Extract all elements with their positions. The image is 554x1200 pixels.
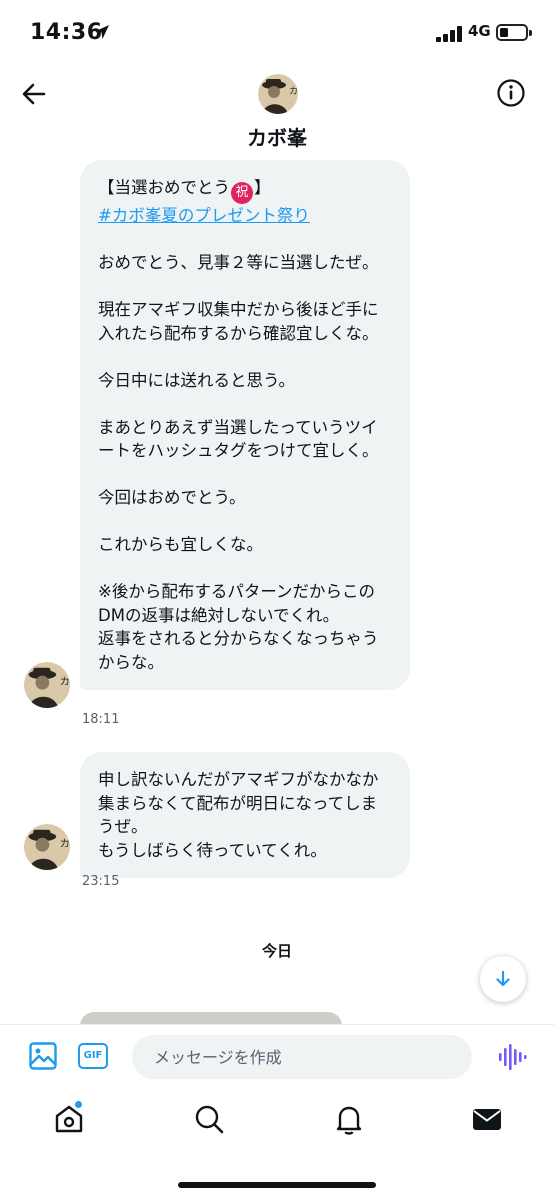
message-line: うぜ。 (98, 817, 148, 836)
arrow-left-icon[interactable] (20, 80, 48, 108)
message-line: 返事をされると分からなくなっちゃう (98, 629, 379, 648)
voice-wave-icon[interactable] (496, 1041, 528, 1073)
message-line: 現在アマギフ収集中だから後ほど手に (98, 300, 379, 319)
message-line: おめでとう、見事２等に当選したぜ。 (98, 253, 379, 272)
message-bubble[interactable]: 【当選おめでとう祝】 #カボ峯夏のプレゼント祭り おめでとう、見事２等に当選した… (80, 160, 410, 690)
image-icon[interactable] (28, 1041, 58, 1071)
bell-icon[interactable] (332, 1102, 366, 1136)
message-line (98, 510, 392, 534)
home-indicator (178, 1182, 376, 1188)
message-input[interactable] (132, 1035, 472, 1079)
message-line: これからも宜しくな。 (98, 535, 263, 554)
message-line: 今回はおめでとう。 (98, 488, 246, 507)
conversation-name[interactable]: カボ峯 (0, 122, 554, 151)
message-line (98, 557, 392, 581)
hashtag-link[interactable]: #カボ峯夏のプレゼント祭り (98, 206, 310, 225)
sender-avatar[interactable]: カ (24, 662, 70, 708)
signal-icon (436, 26, 462, 42)
message-line: もうしばらく待っていてくれ。 (98, 840, 327, 860)
message-bubble[interactable]: 申し訳ないんだがアマギフがなかなか 集まらなくて配布が明日になってしま うぜ。 … (80, 752, 410, 878)
message-line: 今日中には送れると思う。 (98, 370, 296, 390)
status-bar: 14:36 4G (0, 0, 554, 64)
message-line: まあとりあえず当選したっていうツイ (98, 417, 378, 437)
message-line (98, 392, 392, 416)
location-arrow-icon (95, 25, 109, 39)
network-type: 4G (468, 22, 491, 40)
message-line: 【当選おめでとう祝】 (98, 176, 392, 204)
sender-avatar[interactable]: カ (24, 824, 70, 870)
message-line: 入れたら配布するから確認宜しくな。 (98, 323, 379, 343)
envelope-icon[interactable] (470, 1102, 504, 1136)
avatar[interactable]: カ (258, 74, 298, 114)
message-line: DMの返事は絶対しないでくれ。 (98, 605, 340, 625)
scroll-to-bottom-button[interactable] (480, 956, 526, 1002)
svg-text:カ: カ (289, 86, 298, 97)
conversation-header: カ カボ峯 (0, 64, 554, 154)
svg-text:カ: カ (60, 838, 70, 850)
message-composer: GIF (0, 1024, 554, 1088)
gif-button[interactable]: GIF (78, 1043, 108, 1069)
message-timestamp: 18:11 (82, 712, 120, 727)
day-separator: 今日 (261, 942, 292, 960)
message-line (98, 345, 392, 369)
message-line: ※後から配布するパターンだからこの (98, 582, 376, 601)
message-line: からな。 (98, 652, 164, 672)
message-line: ートをハッシュタグをつけて宜しく。 (98, 441, 379, 460)
message-line: 集まらなくて配布が明日になってしま (98, 793, 378, 813)
search-icon[interactable] (192, 1102, 226, 1136)
message-line (98, 228, 392, 252)
svg-text:カ: カ (60, 676, 70, 688)
message-line: #カボ峯夏のプレゼント祭り (98, 204, 392, 228)
message-line (98, 463, 392, 487)
info-icon[interactable] (496, 78, 526, 108)
message-line (98, 275, 392, 299)
celebration-emoji: 祝 (231, 182, 253, 204)
message-timestamp: 23:15 (82, 874, 120, 889)
battery-icon (496, 24, 532, 41)
notification-dot (74, 1100, 83, 1109)
arrow-down-icon (496, 970, 510, 987)
message-line: 申し訳ないんだがアマギフがなかなか (98, 770, 379, 789)
